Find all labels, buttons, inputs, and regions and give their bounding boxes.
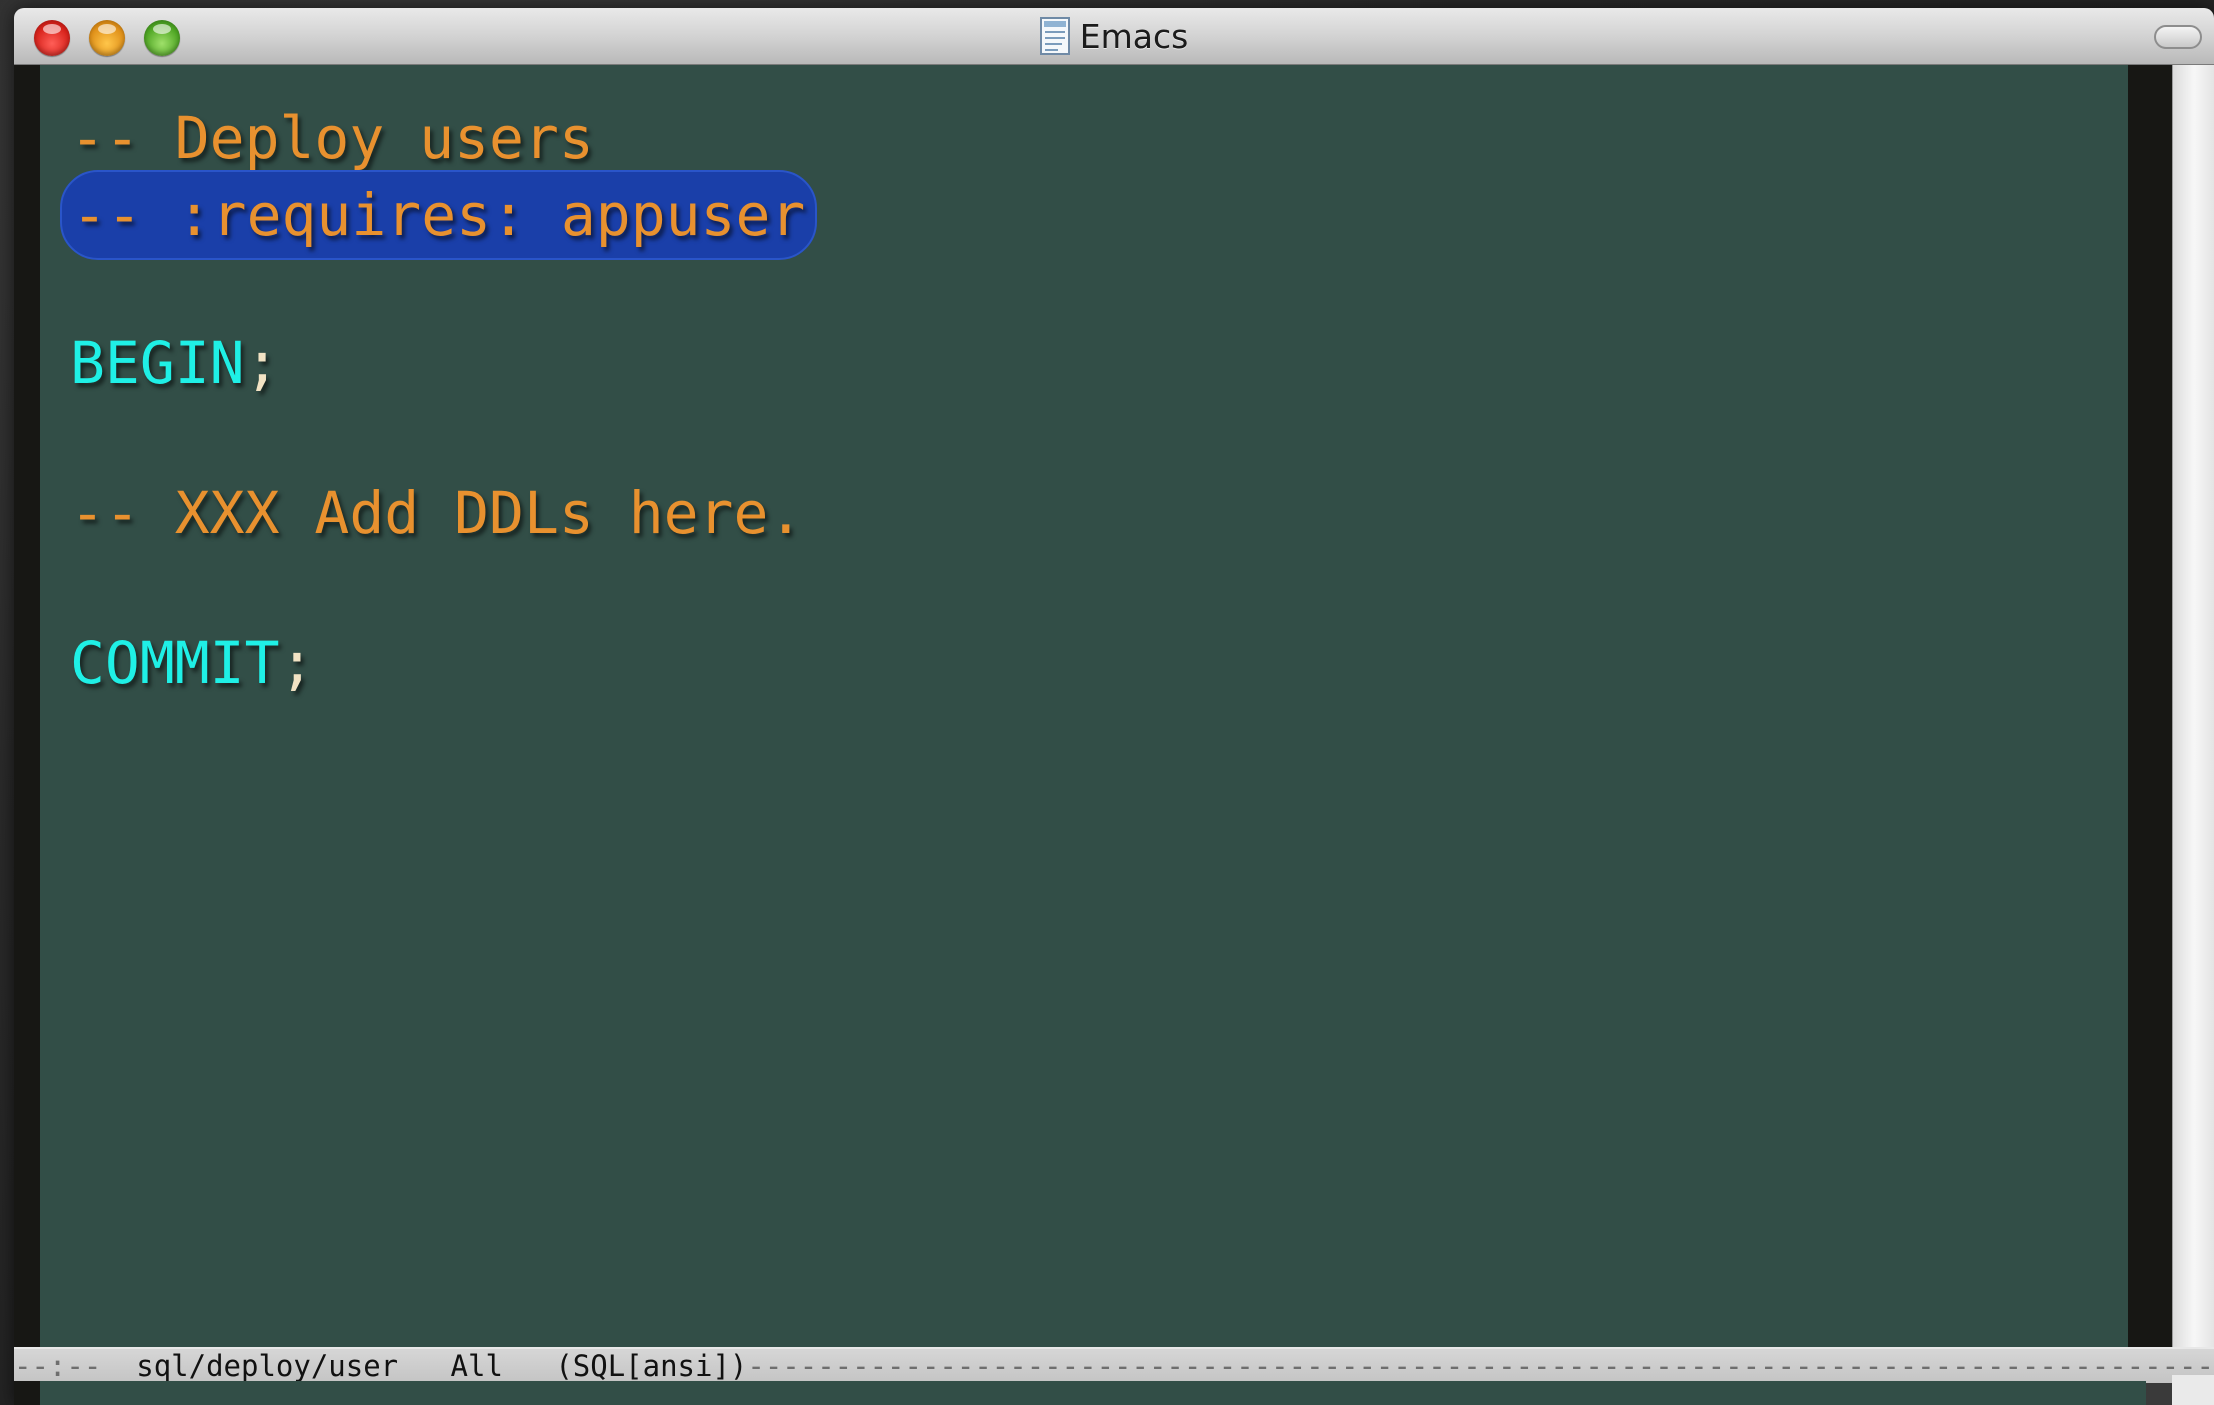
window-title: Emacs	[1079, 16, 1189, 56]
token-keyword: COMMIT	[70, 629, 280, 697]
code-line[interactable]: COMMIT;	[70, 626, 817, 701]
emacs-window: Emacs -- Deploy users -- :requires: appus…	[14, 8, 2214, 1405]
code-text[interactable]: -- Deploy users -- :requires: appuser BEG…	[60, 101, 818, 701]
toolbar-toggle-icon[interactable]	[2154, 25, 2202, 49]
code-line[interactable]: -- Deploy users	[70, 101, 817, 176]
code-line[interactable]: BEGIN;	[70, 326, 817, 401]
document-icon	[1039, 17, 1070, 55]
minibuffer-fringe	[14, 1381, 40, 1405]
token-punct: ;	[244, 329, 280, 397]
highlighted-region: -- :requires: appuser	[60, 170, 818, 260]
token-comment: -- Deploy users	[70, 104, 594, 172]
vertical-scrollbar[interactable]	[2172, 65, 2214, 1347]
code-line[interactable]: -- :requires: appuser	[60, 170, 818, 260]
code-line[interactable]	[70, 251, 817, 326]
token-punct: ;	[279, 629, 315, 697]
editor-buffer[interactable]: -- Deploy users -- :requires: appuser BEG…	[40, 65, 2146, 1347]
resize-grip-icon[interactable]	[2172, 1375, 2214, 1405]
modeline-filler: ----------------------------------------…	[747, 1349, 2214, 1383]
title-bar[interactable]: Emacs	[14, 8, 2214, 65]
token-keyword: BEGIN	[70, 329, 245, 397]
modeline-buffer-name: sql/deploy/user	[136, 1349, 399, 1383]
code-line[interactable]	[70, 551, 817, 626]
token-comment: -- XXX Add DDLs here.	[70, 479, 804, 547]
modeline-status: --:--	[14, 1349, 102, 1383]
mode-line: --:-- sql/deploy/user All (SQL[ansi])---…	[14, 1347, 2214, 1383]
left-fringe	[14, 65, 40, 1347]
modeline-position: All	[450, 1349, 503, 1383]
code-line[interactable]	[70, 401, 817, 476]
window-title-group: Emacs	[14, 8, 2214, 64]
right-fringe	[2128, 65, 2172, 1347]
modeline-major-mode: (SQL[ansi])	[555, 1349, 748, 1383]
code-line[interactable]: -- XXX Add DDLs here.	[70, 476, 817, 551]
minibuffer[interactable]	[40, 1381, 2146, 1405]
